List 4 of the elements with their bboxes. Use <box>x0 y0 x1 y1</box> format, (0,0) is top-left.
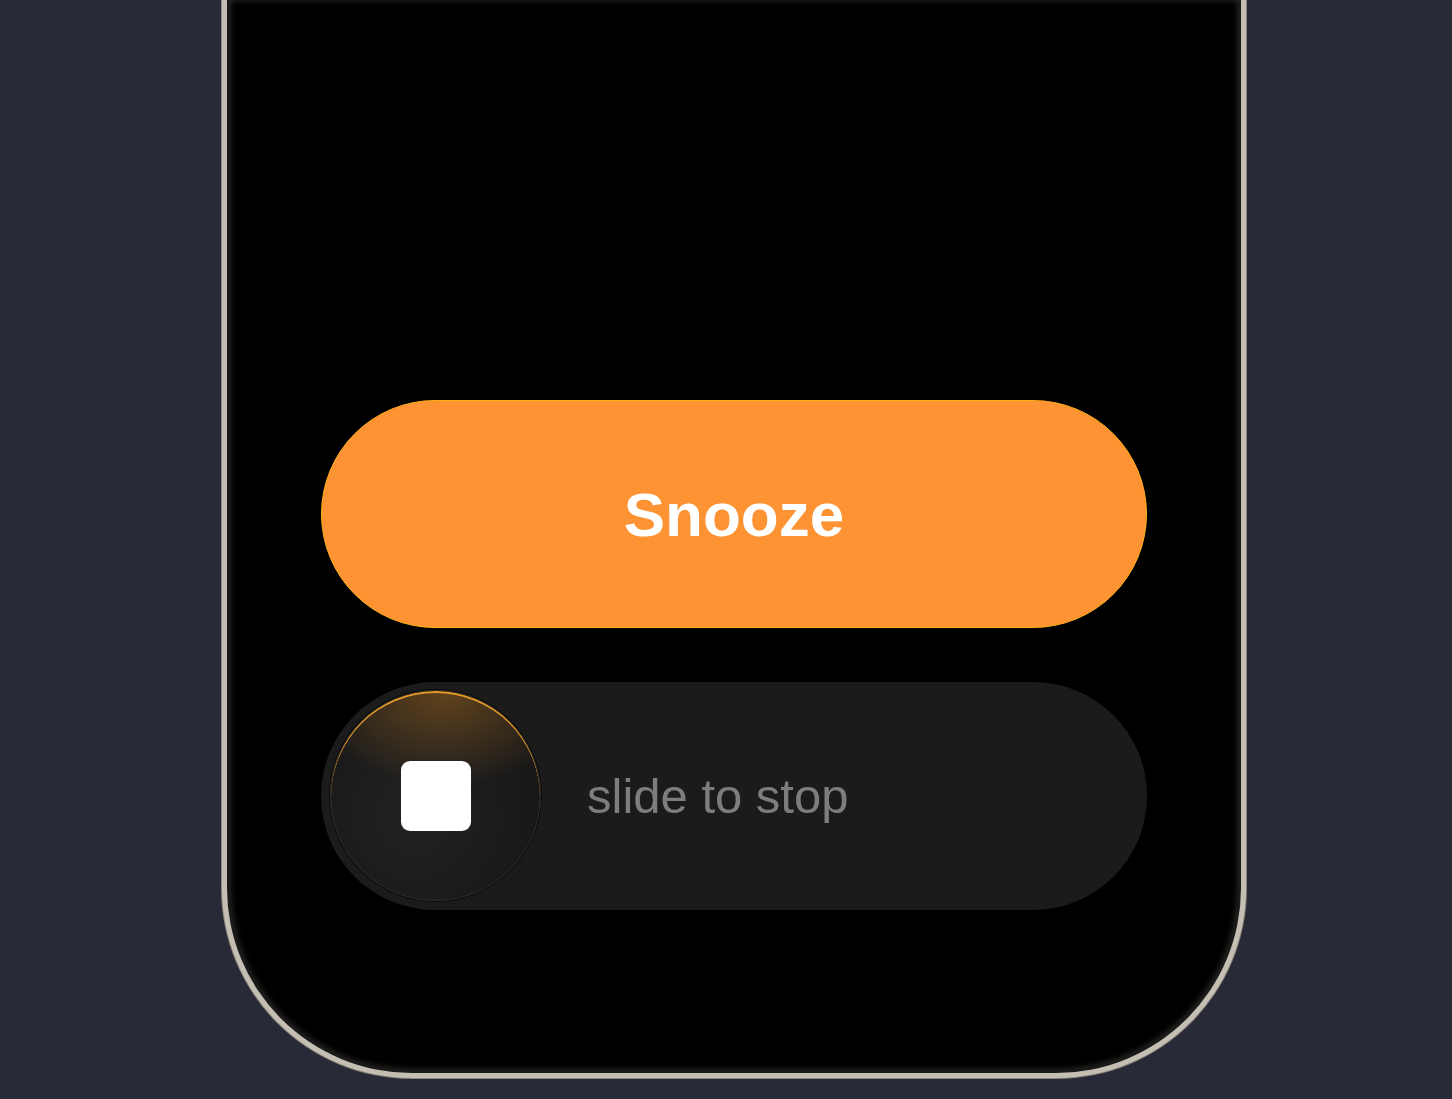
slider-label: slide to stop <box>587 767 849 825</box>
slide-to-stop-track[interactable]: slide to stop <box>321 682 1147 910</box>
stop-icon <box>400 760 471 831</box>
snooze-button[interactable]: Snooze <box>321 400 1147 628</box>
